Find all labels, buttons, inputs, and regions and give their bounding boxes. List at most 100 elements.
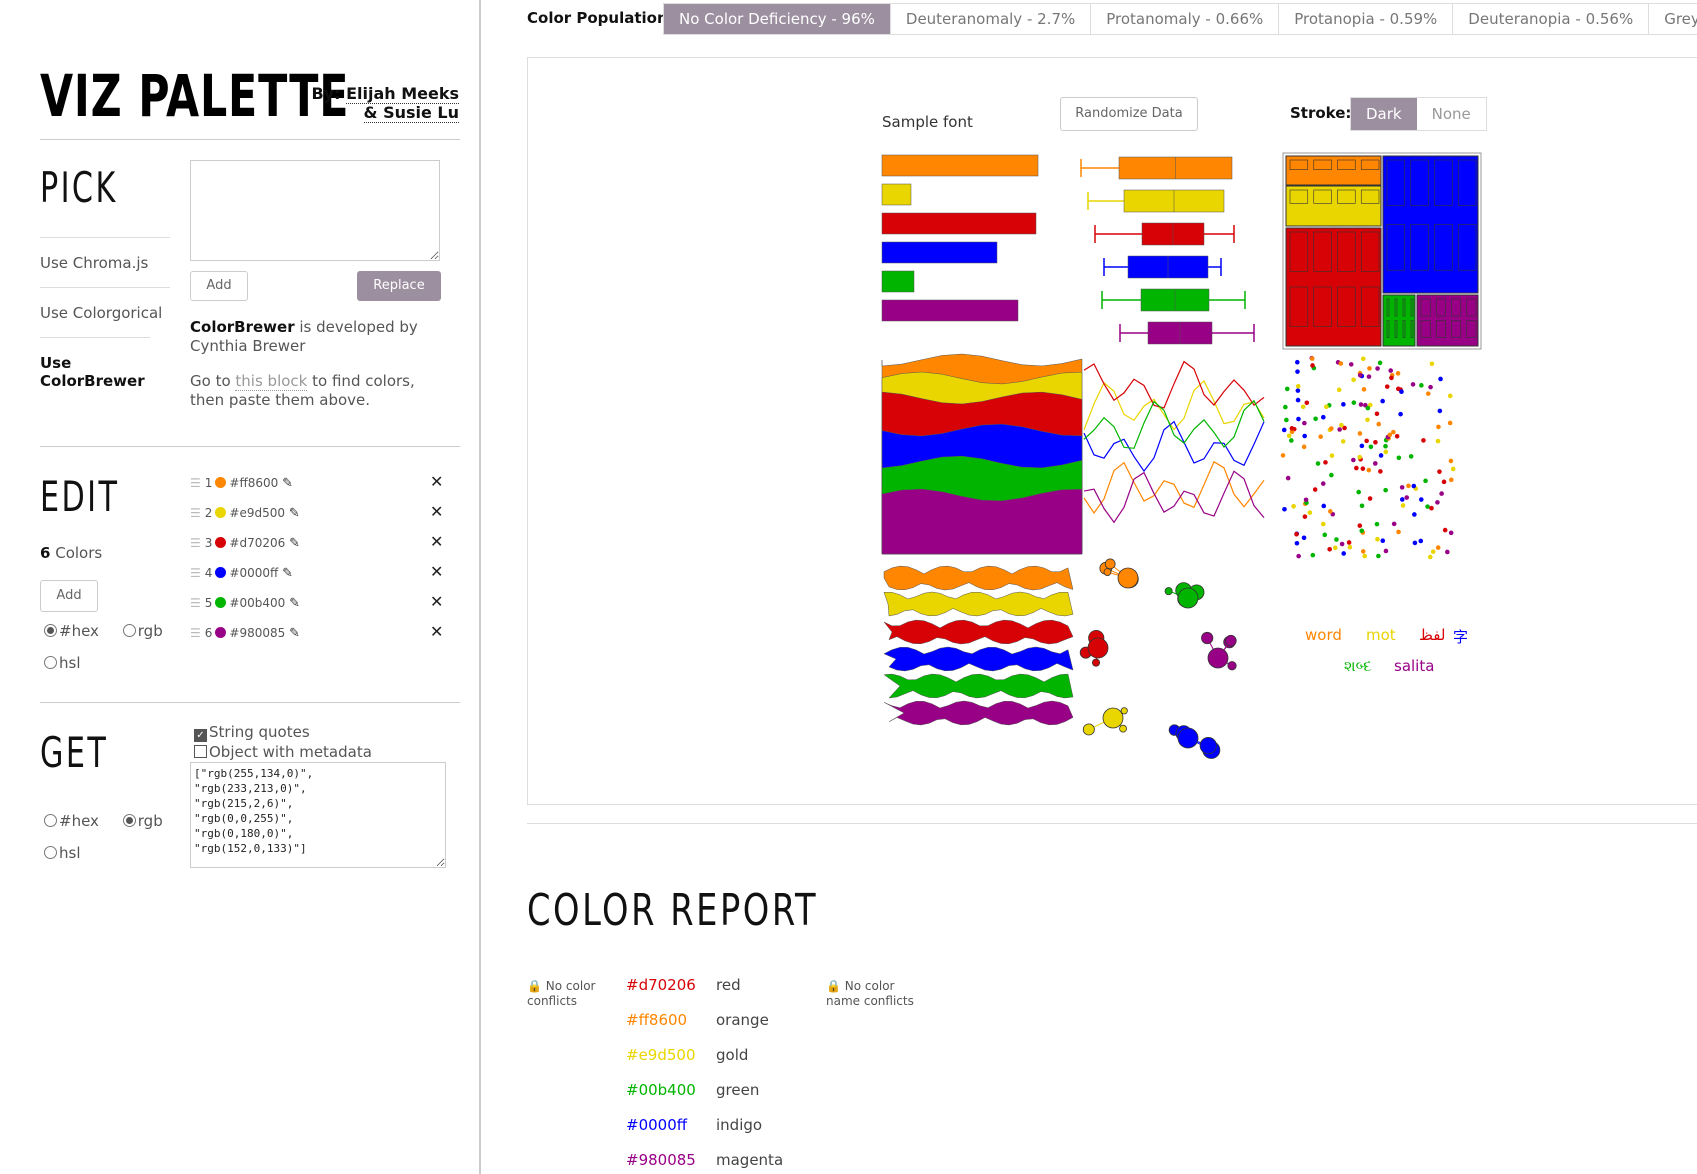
scatter-point <box>1358 402 1364 407</box>
scatter-point <box>1366 374 1372 379</box>
tab-no-deficiency[interactable]: No Color Deficiency - 96% <box>664 4 891 34</box>
color-row[interactable]: ☰ 4 #0000ff ✎ <box>190 564 293 582</box>
edit-add-button[interactable]: Add <box>40 580 98 612</box>
scatter-point <box>1339 422 1344 428</box>
scatter-point <box>1396 529 1401 535</box>
scatter-point <box>1294 540 1300 546</box>
scatter-point <box>1339 541 1345 547</box>
scatter-point <box>1365 405 1371 411</box>
pencil-icon[interactable]: ✎ <box>282 566 293 581</box>
color-swatch <box>215 537 227 548</box>
drag-handle-icon[interactable]: ☰ <box>190 506 201 520</box>
pick-input[interactable] <box>190 160 440 261</box>
tab-protanomaly[interactable]: Protanomaly - 0.66% <box>1091 4 1280 34</box>
scatter-point <box>1324 404 1329 410</box>
radio-hex[interactable]: #hex <box>44 812 99 830</box>
line-series <box>1083 360 1265 409</box>
scatter-point <box>1378 469 1383 474</box>
scatter-point <box>1340 439 1346 444</box>
pencil-icon[interactable]: ✎ <box>289 626 300 641</box>
remove-color-icon[interactable]: ✕ <box>430 532 443 551</box>
remove-color-icon[interactable]: ✕ <box>430 502 443 521</box>
string-quotes-checkbox[interactable]: ✓ String quotes <box>194 723 310 742</box>
lock-icon: 🔒 <box>826 979 841 993</box>
color-hex: #0000ff <box>229 566 279 580</box>
drag-handle-icon[interactable]: ☰ <box>190 596 201 610</box>
radio-rgb[interactable]: rgb <box>122 622 163 640</box>
color-count-label: Colors <box>55 544 103 562</box>
replace-button[interactable]: Replace <box>357 271 441 301</box>
color-row[interactable]: ☰ 3 #d70206 ✎ <box>190 534 300 552</box>
author-link-1[interactable]: Elijah Meeks <box>346 84 459 104</box>
nav-colorbrewer[interactable]: Use ColorBrewer <box>40 337 150 405</box>
pencil-icon[interactable]: ✎ <box>289 596 300 611</box>
scatter-point <box>1295 384 1301 389</box>
author-link-2[interactable]: & Susie Lu <box>363 103 459 123</box>
color-index: 1 <box>204 476 213 490</box>
report-title: COLOR REPORT <box>527 885 819 936</box>
scatter-point <box>1435 545 1441 550</box>
color-row[interactable]: ☰ 6 #980085 ✎ <box>190 624 300 642</box>
scatter-point <box>1303 497 1309 503</box>
pencil-icon[interactable]: ✎ <box>289 536 300 551</box>
color-row[interactable]: ☰ 2 #e9d500 ✎ <box>190 504 300 522</box>
scatter-point <box>1337 427 1342 432</box>
scatter-point <box>1357 523 1363 528</box>
remove-color-icon[interactable]: ✕ <box>430 562 443 581</box>
pick-add-button[interactable]: Add <box>190 271 248 301</box>
scatter-point <box>1327 546 1332 552</box>
scatter-point <box>1307 510 1313 515</box>
scatter-point <box>1374 521 1380 527</box>
drag-handle-icon[interactable]: ☰ <box>190 476 201 490</box>
credit-text: ColorBrewer is developed by Cynthia Brew… <box>190 318 460 356</box>
violin <box>883 565 1074 591</box>
scatter-point <box>1291 504 1296 509</box>
tab-greyscale[interactable]: Greyscale <box>1649 4 1697 34</box>
color-row[interactable]: ☰ 5 #00b400 ✎ <box>190 594 300 612</box>
tab-protanopia[interactable]: Protanopia - 0.59% <box>1279 4 1454 34</box>
remove-color-icon[interactable]: ✕ <box>430 472 443 491</box>
nav-colorgorical[interactable]: Use Colorgorical <box>40 287 170 337</box>
remove-color-icon[interactable]: ✕ <box>430 592 443 611</box>
radio-hex[interactable]: #hex <box>44 622 99 640</box>
scatter-point <box>1328 509 1333 514</box>
scatter-point <box>1304 400 1310 406</box>
scatter-point <box>1364 438 1369 444</box>
scatter-point <box>1445 549 1450 555</box>
tab-deuteranopia[interactable]: Deuteranopia - 0.56% <box>1453 4 1650 34</box>
scatter-point <box>1418 538 1424 544</box>
pick-nav: Use Chroma.js Use Colorgorical Use Color… <box>40 237 170 405</box>
radio-hsl[interactable]: hsl <box>44 654 163 672</box>
scatter-point <box>1295 397 1301 403</box>
scatter-point <box>1329 426 1334 431</box>
drag-handle-icon[interactable]: ☰ <box>190 536 201 550</box>
radio-hsl[interactable]: hsl <box>44 844 163 862</box>
this-block-link[interactable]: this block <box>235 372 308 391</box>
scatter-point <box>1376 553 1381 559</box>
violin <box>883 673 1074 699</box>
scatter-point <box>1302 420 1307 426</box>
color-row[interactable]: ☰ 1 #ff8600 ✎ <box>190 474 293 492</box>
scatter-point <box>1321 414 1326 420</box>
network-node <box>1227 661 1237 671</box>
network-node <box>1201 631 1214 645</box>
remove-color-icon[interactable]: ✕ <box>430 622 443 641</box>
go-pre: Go to <box>190 372 231 390</box>
color-hex: #d70206 <box>229 536 286 550</box>
nav-chroma[interactable]: Use Chroma.js <box>40 237 170 287</box>
app-title: VIZ PALETTE <box>40 62 350 130</box>
tab-deuteranomaly[interactable]: Deuteranomaly - 2.7% <box>891 4 1092 34</box>
radio-rgb[interactable]: rgb <box>122 812 163 830</box>
scatter-point <box>1309 356 1315 361</box>
scatter-point <box>1427 554 1433 560</box>
drag-handle-icon[interactable]: ☰ <box>190 566 201 580</box>
report-hex: #00b400 <box>626 1081 696 1099</box>
get-output[interactable] <box>190 762 446 868</box>
name-conflicts-note: 🔒 No color name conflicts <box>826 979 914 1008</box>
bar <box>881 154 1039 177</box>
scatter-point <box>1447 420 1453 426</box>
object-metadata-checkbox[interactable]: Object with metadata <box>194 743 372 762</box>
pencil-icon[interactable]: ✎ <box>282 476 293 491</box>
pencil-icon[interactable]: ✎ <box>289 506 300 521</box>
drag-handle-icon[interactable]: ☰ <box>190 626 201 640</box>
